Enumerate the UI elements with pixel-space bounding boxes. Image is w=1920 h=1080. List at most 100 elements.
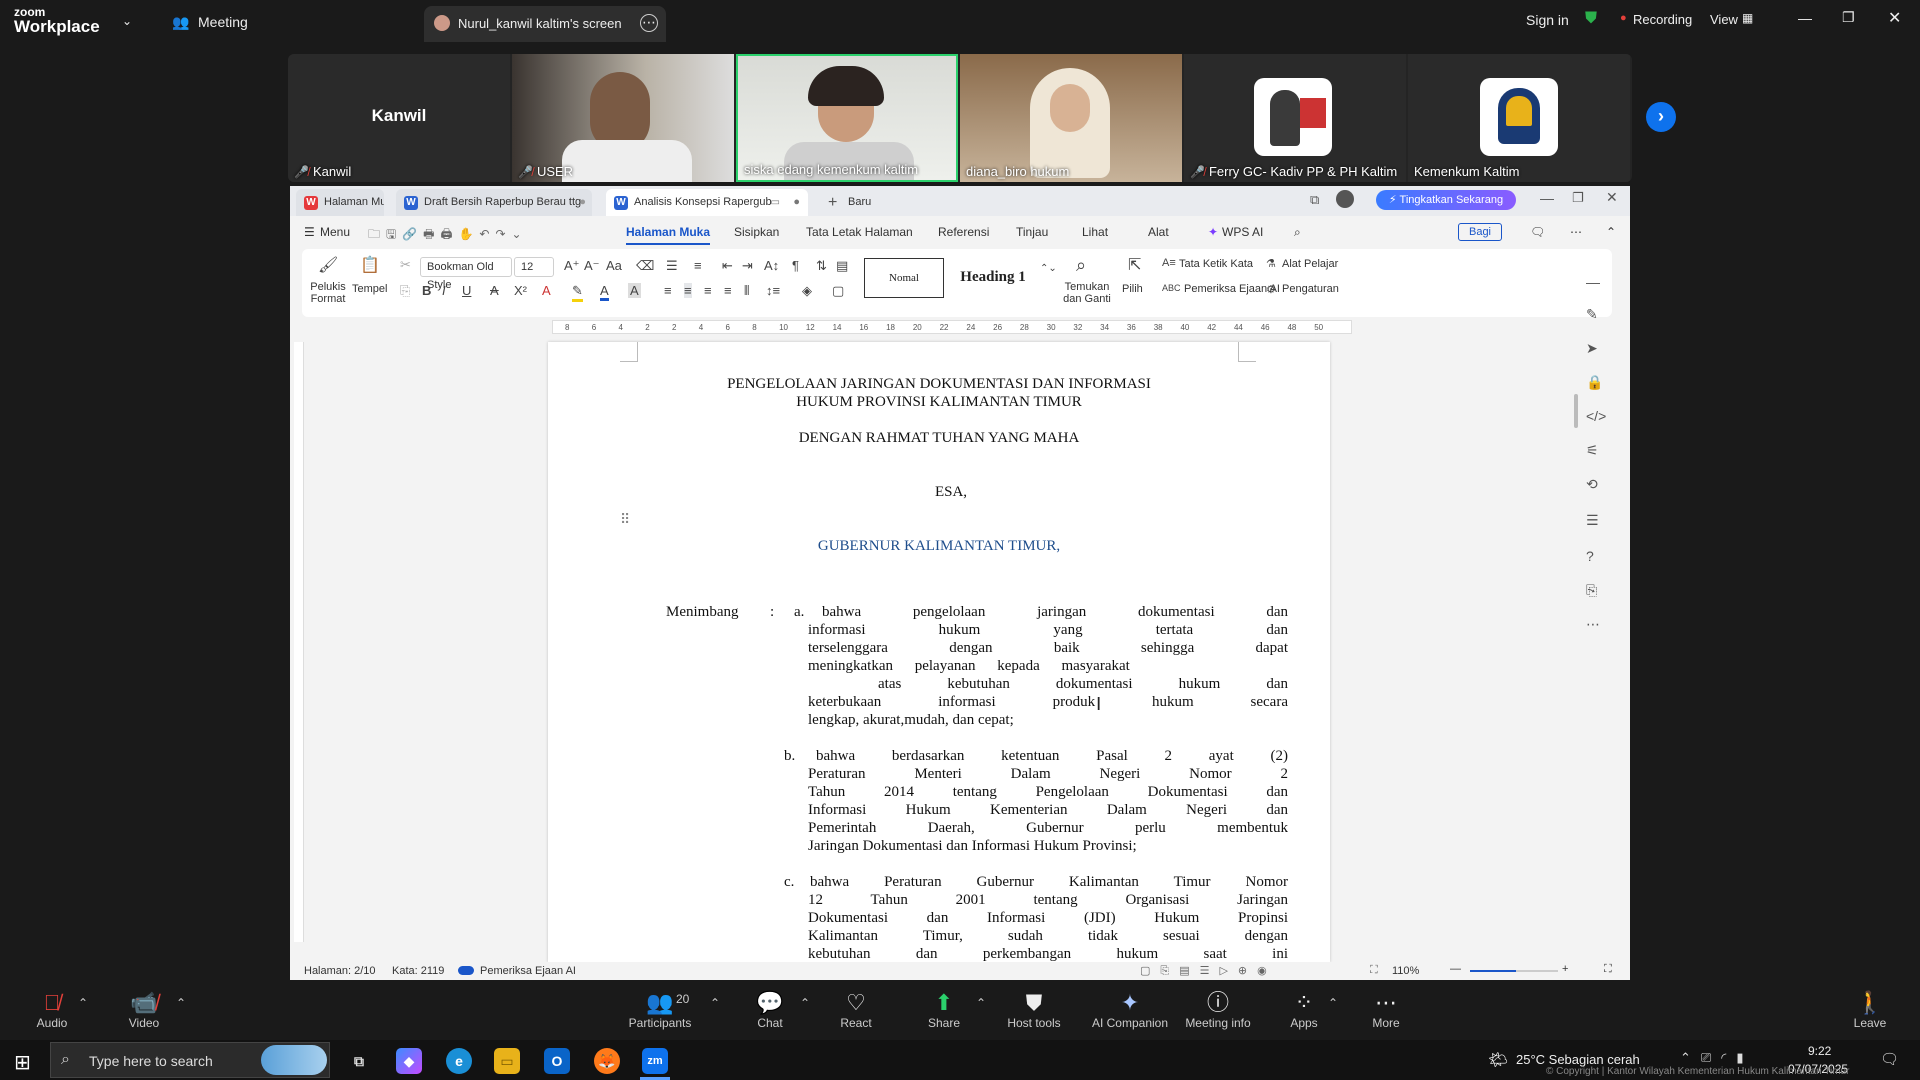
strikethrough-icon[interactable]: A — [490, 283, 499, 298]
participant-tile-ferry[interactable]: 🎤̸ Ferry GC- Kadiv PP & PH Kaltim — [1184, 54, 1406, 182]
drag-handle-icon[interactable]: ⠿ — [620, 512, 630, 528]
tab-new[interactable]: + Baru — [820, 189, 900, 216]
font-name-select[interactable]: Bookman Old Style — [420, 257, 512, 291]
sign-in-link[interactable]: Sign in — [1526, 12, 1569, 28]
spellcheck-label[interactable]: Pemeriksa Ejaan AI — [480, 965, 576, 977]
shield-check-icon[interactable]: ⛊ — [1585, 10, 1597, 28]
numbering-icon[interactable]: ≡ — [694, 258, 702, 273]
participant-tile-diana[interactable]: diana_biro hukum — [960, 54, 1182, 182]
align-center-icon[interactable]: ≡ — [684, 283, 692, 298]
participant-tile-kanwil[interactable]: Kanwil 🎤̸ Kanwil — [288, 54, 510, 182]
page-indicator[interactable]: Halaman: 2/10 — [304, 965, 376, 977]
copy-icon[interactable]: ⎘ — [400, 283, 410, 299]
more-icon[interactable]: ⋯ — [1586, 616, 1600, 633]
table-icon[interactable]: ▤ — [836, 258, 848, 274]
close-icon[interactable]: ✕ — [1606, 189, 1618, 206]
font-size-select[interactable]: 12 — [514, 257, 554, 277]
text-direction-icon[interactable]: A↕ — [764, 258, 779, 273]
justify-icon[interactable]: ≡ — [724, 283, 732, 298]
edge-icon[interactable]: e — [446, 1048, 472, 1074]
close-icon[interactable]: ✕ — [1888, 8, 1901, 28]
participant-tile-siska[interactable]: siska edang kemenkum kaltim — [736, 54, 958, 182]
view-button[interactable]: View — [1710, 12, 1738, 27]
search-icon[interactable]: ⌕ — [1294, 225, 1301, 240]
screen-share-tab[interactable]: Nurul_kanwil kaltim's screen ⋯ — [424, 6, 666, 42]
zoom-out-icon[interactable]: — — [1450, 963, 1461, 975]
highlight-icon[interactable]: ✎ — [572, 283, 583, 302]
audio-options-icon[interactable]: ⌃ — [78, 996, 88, 1010]
find-replace-label[interactable]: Temukan dan Ganti — [1062, 281, 1112, 305]
outlook-icon[interactable]: O — [544, 1048, 570, 1074]
code-icon[interactable]: </> — [1586, 408, 1606, 424]
format-painter-label[interactable]: Pelukis Format — [310, 281, 346, 305]
decrease-indent-icon[interactable]: ⇤ — [722, 258, 733, 274]
help-icon[interactable]: ? — [1586, 548, 1594, 564]
bullets-icon[interactable]: ☰ — [666, 258, 678, 274]
align-left-icon[interactable]: ≡ — [664, 283, 672, 298]
pointer-icon[interactable]: ➤ — [1586, 340, 1598, 357]
zoom-level[interactable]: 110% — [1392, 965, 1419, 977]
sliders-icon[interactable]: ⚟ — [1586, 442, 1599, 459]
avatar[interactable] — [1336, 190, 1354, 208]
clock-time[interactable]: 9:22 — [1808, 1044, 1831, 1058]
host-tools-button[interactable]: ⛊ Host tools — [994, 990, 1074, 1030]
paragraph-mark-icon[interactable]: ¶ — [792, 258, 799, 273]
word-count[interactable]: Kata: 2119 — [392, 965, 444, 977]
recording-label[interactable]: Recording — [1633, 12, 1692, 27]
meeting-label[interactable]: Meeting — [198, 14, 248, 30]
comment-icon[interactable]: 🗨 — [1530, 225, 1545, 239]
next-page-arrow-icon[interactable]: › — [1646, 102, 1676, 132]
tab-sisipkan[interactable]: Sisipkan — [734, 225, 779, 239]
fullscreen-icon[interactable]: ⛶ — [1604, 963, 1612, 976]
increase-indent-icon[interactable]: ⇥ — [742, 258, 753, 274]
vertical-ruler[interactable] — [294, 342, 304, 942]
windows-start-icon[interactable]: ⊞ — [14, 1050, 31, 1075]
history-icon[interactable]: ⟲ — [1586, 476, 1598, 493]
share-button[interactable]: ⬆ Share — [904, 990, 984, 1030]
bold-icon[interactable]: B — [422, 283, 431, 298]
border-icon[interactable]: ▢ — [832, 283, 844, 299]
tab-analisis-konsepsi[interactable]: W Analisis Konsepsi Rapergub ▭ ● — [606, 189, 808, 216]
tab-halaman-muka[interactable]: Halaman Muka — [626, 225, 711, 245]
video-button[interactable]: 📹̸ Video — [104, 990, 184, 1030]
paste-label[interactable]: Tempel — [352, 283, 387, 295]
task-view-icon[interactable]: ⧉ — [346, 1048, 372, 1074]
taskbar-search[interactable]: ⌕ Type here to search — [50, 1042, 330, 1078]
zoom-app-icon[interactable]: zm — [642, 1048, 668, 1074]
chevron-down-icon[interactable]: ⌄ — [122, 14, 132, 28]
spellcheck-toggle[interactable] — [458, 966, 474, 975]
participant-tile-kemenkum[interactable]: Kemenkum Kaltim — [1408, 54, 1630, 182]
styles-expand-icon[interactable]: ⌃⌄ — [1040, 263, 1057, 274]
line-spacing-icon[interactable]: ↕≡ — [766, 283, 780, 298]
document-page[interactable]: PENGELOLAAN JARINGAN DOKUMENTASI DAN INF… — [548, 342, 1330, 962]
share-button[interactable]: Bagi — [1458, 223, 1502, 241]
tab-wps-ai[interactable]: WPS AI — [1222, 225, 1263, 239]
tray-icons[interactable]: ⌃⎚◜▮ — [1680, 1050, 1753, 1066]
menu-button[interactable]: Menu — [320, 225, 350, 239]
ai-companion-button[interactable]: ✦ AI Companion — [1080, 990, 1180, 1030]
clear-format-icon[interactable]: ⌫ — [636, 258, 654, 274]
notification-icon[interactable]: 🗨 — [1880, 1050, 1899, 1068]
font-color-icon[interactable]: A — [600, 283, 609, 301]
quick-access-icons[interactable]: 🗀🖫🔗🖶🖨✋↶↷⌄ — [368, 225, 528, 246]
react-button[interactable]: ♡ React — [816, 990, 896, 1030]
pen-icon[interactable]: ✎ — [1586, 306, 1598, 323]
alat-pelajar[interactable]: Alat Pelajar — [1282, 258, 1338, 270]
tab-home[interactable]: W Halaman Mu — [296, 189, 384, 216]
char-shading-icon[interactable]: A — [628, 283, 641, 298]
view-mode-icons[interactable]: ▢⎘▤☰▷⊕◉ — [1140, 964, 1277, 978]
firefox-icon[interactable]: 🦊 — [594, 1048, 620, 1074]
participants-options-icon[interactable]: ⌃ — [710, 996, 720, 1010]
sort-icon[interactable]: ⇅ — [816, 258, 827, 274]
tab-tata-letak[interactable]: Tata Letak Halaman — [806, 225, 913, 239]
weather-text[interactable]: 25°C Sebagian cerah — [1516, 1052, 1640, 1067]
format-painter-icon[interactable]: 🖌 — [318, 255, 338, 275]
participant-tile-user[interactable]: 🎤̸ USER — [512, 54, 734, 182]
minimize-icon[interactable]: — — [1798, 10, 1812, 26]
underline-icon[interactable]: U — [462, 283, 471, 298]
superscript-icon[interactable]: X² — [514, 283, 527, 298]
lock-icon[interactable]: 🔒 — [1586, 374, 1603, 391]
more-button[interactable]: ⋯ More — [1346, 990, 1426, 1030]
pengaturan[interactable]: Pengaturan — [1282, 283, 1339, 295]
tab-alat[interactable]: Alat — [1148, 225, 1169, 239]
